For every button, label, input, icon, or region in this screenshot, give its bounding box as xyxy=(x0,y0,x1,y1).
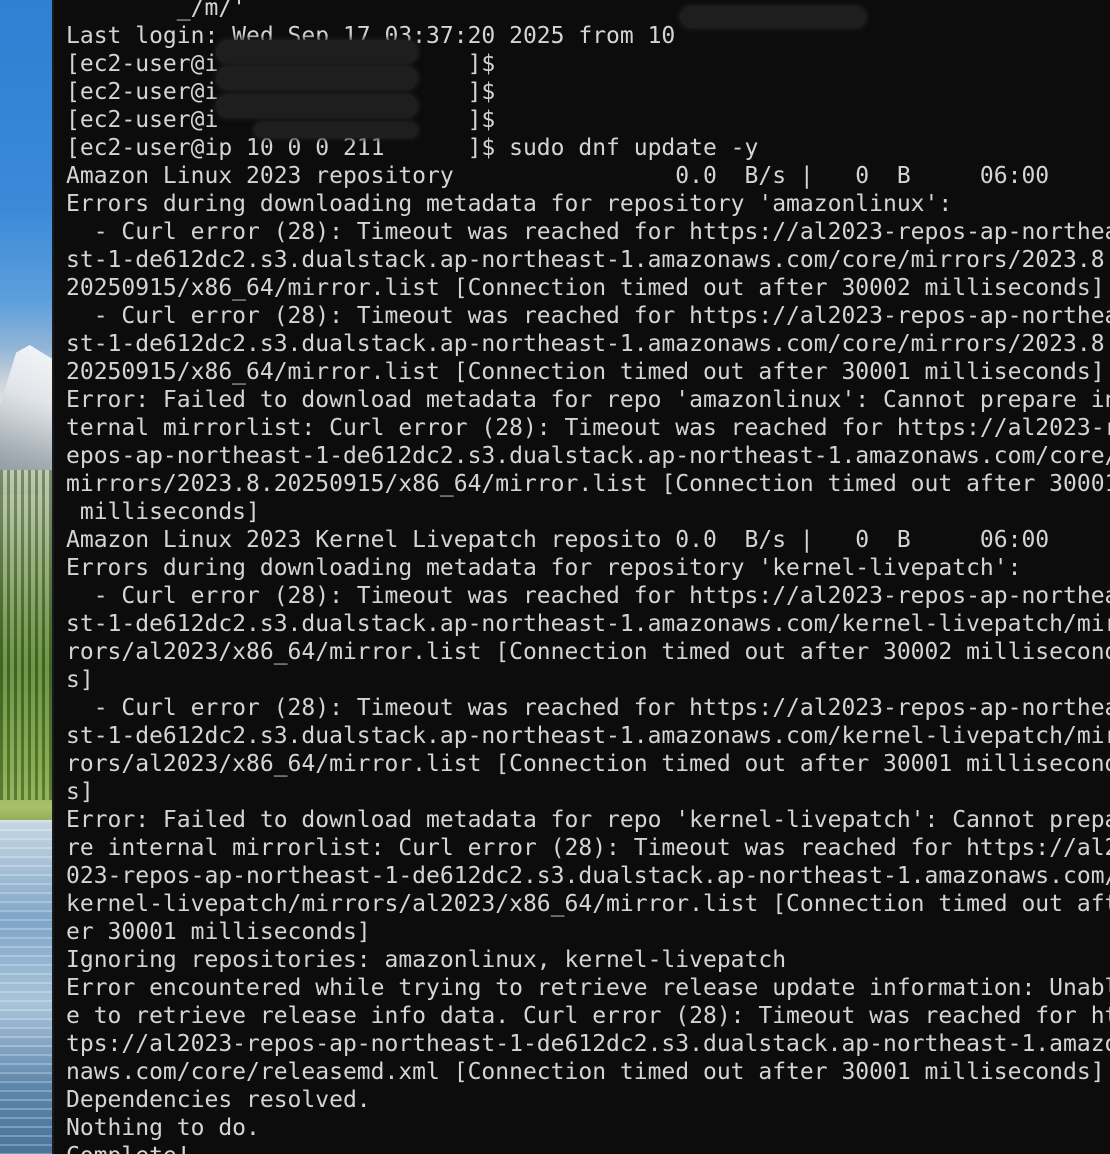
terminal-output[interactable]: _/m/' Last login: Wed Sep 17 03:37:20 202… xyxy=(66,0,1110,1154)
terminal-line: er 30001 milliseconds] xyxy=(66,919,371,945)
terminal-line: milliseconds] xyxy=(66,499,260,525)
terminal-line: st-1-de612dc2.s3.dualstack.ap-northeast-… xyxy=(66,723,1110,749)
redaction-hostname-2 xyxy=(216,66,418,90)
terminal-line: Complete! xyxy=(66,1142,1110,1154)
terminal-line: - Curl error (28): Timeout was reached f… xyxy=(66,303,1110,329)
terminal-line: 20250915/x86_64/mirror.list [Connection … xyxy=(66,275,1105,301)
redaction-hostname-3 xyxy=(216,94,418,118)
terminal-line: e to retrieve release info data. Curl er… xyxy=(66,1003,1110,1029)
terminal-line: [ec2-user@ip 10 0 0 211 ]$ sudo dnf upda… xyxy=(66,135,759,161)
terminal-line: Errors during downloading metadata for r… xyxy=(66,555,1022,581)
terminal-line: tps://al2023-repos-ap-northeast-1-de612d… xyxy=(66,1031,1110,1057)
terminal-line: s] xyxy=(66,667,94,693)
terminal-line: Error: Failed to download metadata for r… xyxy=(66,387,1110,413)
terminal-line: Dependencies resolved. xyxy=(66,1087,371,1113)
terminal-line: rors/al2023/x86_64/mirror.list [Connecti… xyxy=(66,639,1110,665)
terminal-line: Amazon Linux 2023 Kernel Livepatch repos… xyxy=(66,527,1050,553)
terminal-line: re internal mirrorlist: Curl error (28):… xyxy=(66,835,1110,861)
terminal-line: - Curl error (28): Timeout was reached f… xyxy=(66,219,1110,245)
terminal-line: kernel-livepatch/mirrors/al2023/x86_64/m… xyxy=(66,891,1110,917)
terminal-line: Amazon Linux 2023 repository 0.0 B/s | 0… xyxy=(66,163,1050,189)
terminal-window[interactable]: _/m/' Last login: Wed Sep 17 03:37:20 202… xyxy=(54,0,1110,1154)
terminal-line: st-1-de612dc2.s3.dualstack.ap-northeast-… xyxy=(66,247,1110,273)
terminal-line: Errors during downloading metadata for r… xyxy=(66,191,953,217)
desktop: _/m/' Last login: Wed Sep 17 03:37:20 202… xyxy=(0,0,1110,1154)
terminal-line: _/m/' xyxy=(66,0,247,21)
wallpaper-forest xyxy=(0,470,54,800)
redaction-hostname-4 xyxy=(254,122,418,138)
terminal-line: Error encountered while trying to retrie… xyxy=(66,975,1110,1001)
terminal-line: Nothing to do. xyxy=(66,1115,260,1141)
terminal-line: mirrors/2023.8.20250915/x86_64/mirror.li… xyxy=(66,471,1110,497)
terminal-line: rors/al2023/x86_64/mirror.list [Connecti… xyxy=(66,751,1110,777)
terminal-line: ternal mirrorlist: Curl error (28): Time… xyxy=(66,415,1110,441)
redaction-hostname-1 xyxy=(216,40,418,64)
terminal-line: - Curl error (28): Timeout was reached f… xyxy=(66,583,1110,609)
wallpaper-lake xyxy=(0,820,54,1154)
terminal-line: Error: Failed to download metadata for r… xyxy=(66,807,1110,833)
terminal-line: 20250915/x86_64/mirror.list [Connection … xyxy=(66,359,1105,385)
terminal-line: st-1-de612dc2.s3.dualstack.ap-northeast-… xyxy=(66,331,1110,357)
terminal-line: epos-ap-northeast-1-de612dc2.s3.dualstac… xyxy=(66,443,1110,469)
terminal-line: 023-repos-ap-northeast-1-de612dc2.s3.dua… xyxy=(66,863,1110,889)
terminal-line: st-1-de612dc2.s3.dualstack.ap-northeast-… xyxy=(66,611,1110,637)
terminal-line: Ignoring repositories: amazonlinux, kern… xyxy=(66,947,787,973)
redaction-ip-address xyxy=(680,6,866,28)
terminal-line: s] xyxy=(66,779,94,805)
desktop-wallpaper xyxy=(0,0,54,1154)
terminal-line: - Curl error (28): Timeout was reached f… xyxy=(66,695,1110,721)
terminal-line: naws.com/core/releasemd.xml [Connection … xyxy=(66,1059,1105,1085)
